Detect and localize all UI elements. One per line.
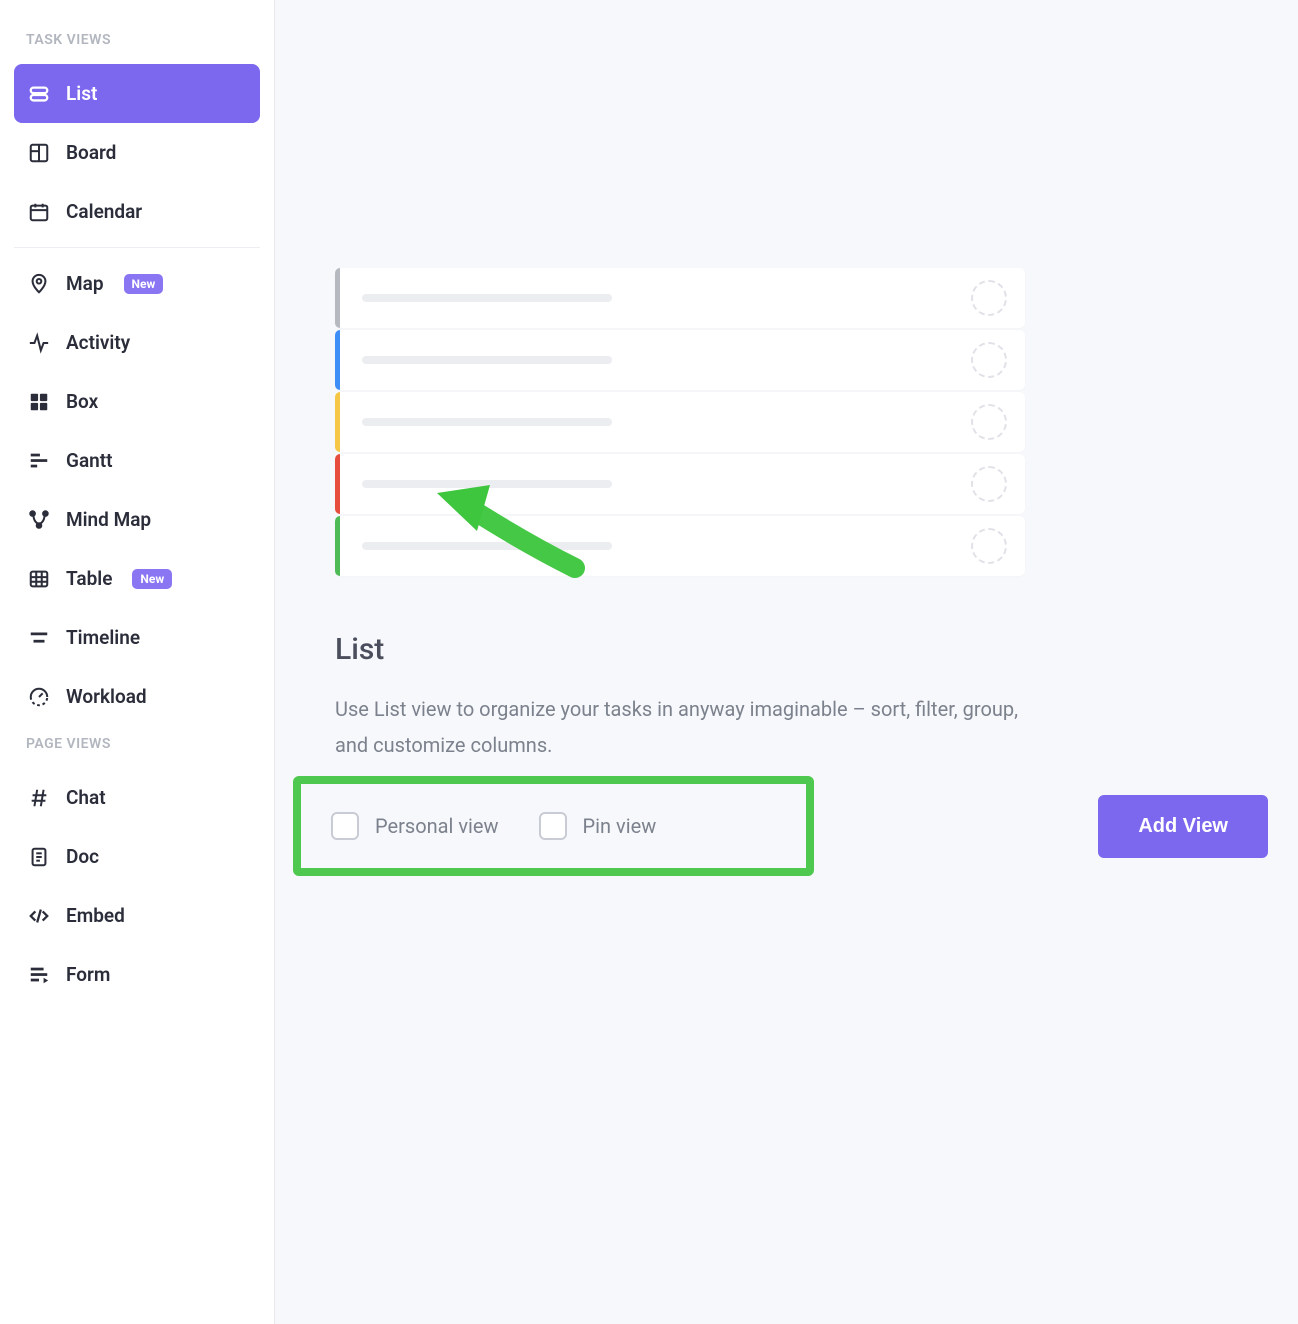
pin-view-label: Pin view bbox=[583, 814, 657, 838]
sidebar-item-label: List bbox=[66, 82, 97, 105]
preview-row bbox=[335, 268, 1025, 328]
preview-row bbox=[335, 516, 1025, 576]
sidebar-item-label: Timeline bbox=[66, 626, 140, 649]
preview-placeholder-circle bbox=[971, 342, 1007, 378]
preview-placeholder-bar bbox=[362, 480, 612, 488]
preview-stripe bbox=[335, 516, 340, 576]
sidebar-item-embed[interactable]: Embed bbox=[14, 886, 260, 945]
sidebar-item-label: Box bbox=[66, 390, 98, 413]
sidebar-item-map[interactable]: Map New bbox=[14, 254, 260, 313]
hash-icon bbox=[28, 787, 50, 809]
calendar-icon bbox=[28, 201, 50, 223]
sidebar-item-chat[interactable]: Chat bbox=[14, 768, 260, 827]
new-badge: New bbox=[132, 569, 172, 589]
sidebar-item-label: Doc bbox=[66, 845, 99, 868]
preview-placeholder-bar bbox=[362, 356, 612, 364]
section-header-task-views: TASK VIEWS bbox=[14, 22, 260, 58]
view-options-highlight: Personal view Pin view bbox=[293, 776, 814, 876]
sidebar-item-label: Workload bbox=[66, 685, 147, 708]
embed-icon bbox=[28, 905, 50, 927]
new-badge: New bbox=[124, 274, 164, 294]
preview-placeholder-bar bbox=[362, 294, 612, 302]
map-pin-icon bbox=[28, 273, 50, 295]
sidebar-item-list[interactable]: List bbox=[14, 64, 260, 123]
sidebar-item-form[interactable]: Form bbox=[14, 945, 260, 1004]
sidebar: TASK VIEWS List Board Calendar Map New A… bbox=[0, 0, 275, 1324]
sidebar-item-label: Mind Map bbox=[66, 508, 151, 531]
sidebar-item-label: Calendar bbox=[66, 200, 142, 223]
sidebar-item-label: Activity bbox=[66, 331, 130, 354]
gantt-icon bbox=[28, 450, 50, 472]
add-view-button[interactable]: Add View bbox=[1098, 795, 1268, 858]
sidebar-item-label: Embed bbox=[66, 904, 125, 927]
box-grid-icon bbox=[28, 391, 50, 413]
sidebar-item-label: Gantt bbox=[66, 449, 113, 472]
preview-stripe bbox=[335, 454, 340, 514]
preview-stripe bbox=[335, 392, 340, 452]
board-icon bbox=[28, 142, 50, 164]
table-icon bbox=[28, 568, 50, 590]
sidebar-item-label: Chat bbox=[66, 786, 106, 809]
sidebar-item-box[interactable]: Box bbox=[14, 372, 260, 431]
sidebar-item-board[interactable]: Board bbox=[14, 123, 260, 182]
preview-row bbox=[335, 330, 1025, 390]
list-icon bbox=[28, 83, 50, 105]
sidebar-item-table[interactable]: Table New bbox=[14, 549, 260, 608]
sidebar-item-label: Board bbox=[66, 141, 116, 164]
sidebar-item-doc[interactable]: Doc bbox=[14, 827, 260, 886]
main-panel: List Use List view to organize your task… bbox=[275, 0, 1298, 1324]
pin-view-option[interactable]: Pin view bbox=[539, 812, 657, 840]
personal-view-option[interactable]: Personal view bbox=[331, 812, 499, 840]
options-row: Personal view Pin view Add View bbox=[293, 776, 1298, 876]
personal-view-label: Personal view bbox=[375, 814, 499, 838]
timeline-icon bbox=[28, 627, 50, 649]
preview-placeholder-circle bbox=[971, 404, 1007, 440]
view-detail: List Use List view to organize your task… bbox=[335, 632, 1025, 783]
preview-stripe bbox=[335, 268, 340, 328]
preview-stripe bbox=[335, 330, 340, 390]
personal-view-checkbox[interactable] bbox=[331, 812, 359, 840]
sidebar-item-gantt[interactable]: Gantt bbox=[14, 431, 260, 490]
preview-placeholder-bar bbox=[362, 542, 612, 550]
list-preview-illustration bbox=[335, 268, 1025, 578]
sidebar-item-workload[interactable]: Workload bbox=[14, 667, 260, 726]
preview-placeholder-circle bbox=[971, 528, 1007, 564]
form-icon bbox=[28, 964, 50, 986]
view-title: List bbox=[335, 632, 1025, 667]
section-header-page-views: PAGE VIEWS bbox=[14, 726, 260, 762]
sidebar-item-activity[interactable]: Activity bbox=[14, 313, 260, 372]
sidebar-item-mindmap[interactable]: Mind Map bbox=[14, 490, 260, 549]
preview-placeholder-bar bbox=[362, 418, 612, 426]
preview-row bbox=[335, 454, 1025, 514]
sidebar-item-label: Map bbox=[66, 272, 104, 295]
preview-placeholder-circle bbox=[971, 466, 1007, 502]
divider bbox=[14, 247, 260, 248]
activity-icon bbox=[28, 332, 50, 354]
sidebar-item-label: Form bbox=[66, 963, 110, 986]
view-description: Use List view to organize your tasks in … bbox=[335, 691, 1025, 763]
mindmap-icon bbox=[28, 509, 50, 531]
sidebar-item-label: Table bbox=[66, 567, 112, 590]
sidebar-item-timeline[interactable]: Timeline bbox=[14, 608, 260, 667]
doc-icon bbox=[28, 846, 50, 868]
sidebar-item-calendar[interactable]: Calendar bbox=[14, 182, 260, 241]
preview-row bbox=[335, 392, 1025, 452]
workload-icon bbox=[28, 686, 50, 708]
pin-view-checkbox[interactable] bbox=[539, 812, 567, 840]
preview-placeholder-circle bbox=[971, 280, 1007, 316]
